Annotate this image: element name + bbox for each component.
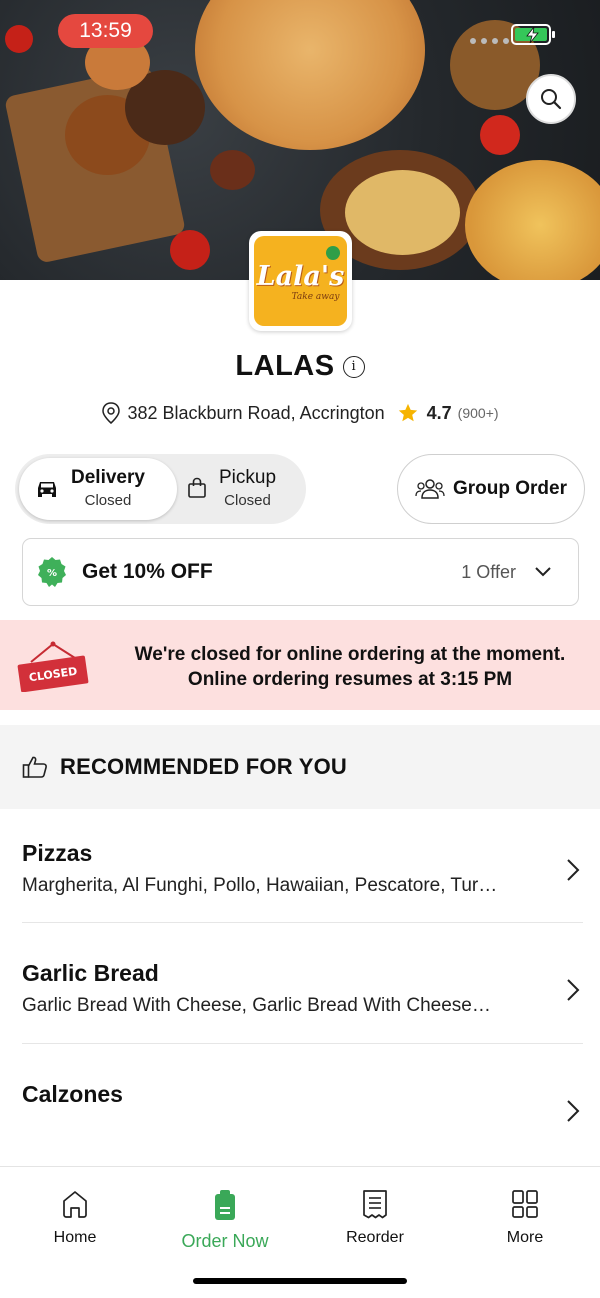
delivery-status: Closed <box>84 492 132 509</box>
tomato-decoration <box>5 25 33 53</box>
chevron-right-icon <box>567 1100 580 1122</box>
chevron-down-icon <box>535 567 551 577</box>
category-description: Garlic Bread With Cheese, Garlic Bread W… <box>22 995 491 1016</box>
nav-order-now-label: Order Now <box>181 1231 269 1251</box>
restaurant-logo: Lala's Take away <box>249 231 352 331</box>
pickup-status: Closed <box>224 492 271 509</box>
car-icon <box>38 482 56 497</box>
restaurant-name: LALAS <box>235 350 335 382</box>
offer-count: 1 Offer <box>461 561 516 582</box>
address-row: 382 Blackburn Road, Accrington 4.7 (900+… <box>0 402 600 424</box>
closed-banner: CLOSED We're closed for online ordering … <box>0 620 600 710</box>
grid-icon <box>512 1190 538 1218</box>
nav-reorder[interactable]: Reorder <box>300 1189 450 1247</box>
thumbs-up-icon <box>22 756 47 778</box>
closed-message-line1: We're closed for online ordering at the … <box>134 644 566 665</box>
divider <box>22 922 583 923</box>
divider <box>22 1043 583 1044</box>
closed-message: We're closed for online ordering at the … <box>100 642 600 692</box>
delivery-option[interactable]: Delivery Closed <box>35 467 145 509</box>
category-row-pizzas[interactable]: Pizzas Margherita, Al Funghi, Pollo, Haw… <box>22 840 583 897</box>
home-indicator[interactable] <box>193 1278 407 1284</box>
battery-icon <box>511 24 555 45</box>
tomato-decoration <box>480 115 520 155</box>
chevron-right-icon <box>567 859 580 881</box>
logo-badge-icon <box>326 246 340 260</box>
rating-value: 4.7 <box>426 402 452 423</box>
logo-subtext: Take away <box>291 291 340 302</box>
status-time: 13:59 <box>58 14 153 48</box>
location-pin-icon <box>102 402 121 424</box>
group-order-label: Group Order <box>452 478 567 499</box>
delivery-label: Delivery <box>71 467 145 488</box>
order-icon <box>215 1190 235 1220</box>
spice-bowl-decoration <box>210 150 255 190</box>
category-name: Garlic Bread <box>22 960 159 986</box>
nav-home-label: Home <box>53 1229 97 1246</box>
discount-badge-icon: % <box>38 557 66 587</box>
receipt-icon <box>363 1190 387 1219</box>
nav-more[interactable]: More <box>450 1189 600 1247</box>
closed-message-line2: Online ordering resumes at 3:15 PM <box>187 669 513 690</box>
svg-text:%: % <box>47 568 57 579</box>
bag-icon <box>188 477 206 498</box>
restaurant-address: 382 Blackburn Road, Accrington <box>127 402 385 423</box>
closed-sign-icon: CLOSED <box>17 641 89 692</box>
home-icon <box>63 1191 87 1218</box>
recommended-heading: RECOMMENDED FOR YOU <box>60 754 347 779</box>
pickup-option[interactable]: Pickup Closed <box>187 467 276 509</box>
search-icon <box>541 89 562 110</box>
offer-title: Get 10% OFF <box>82 560 213 583</box>
offer-card[interactable]: % Get 10% OFF 1 Offer <box>22 538 579 606</box>
logo-text: Lala's <box>256 260 345 292</box>
nav-order-now[interactable]: Order Now <box>150 1189 300 1252</box>
nav-home[interactable]: Home <box>0 1189 150 1247</box>
category-row-garlic-bread[interactable]: Garlic Bread Garlic Bread With Cheese, G… <box>22 960 583 1017</box>
signal-dots <box>470 38 509 44</box>
category-name: Calzones <box>22 1081 123 1107</box>
star-icon <box>398 403 417 422</box>
search-button[interactable] <box>526 74 576 124</box>
restaurant-title-row: LALAS i <box>0 350 600 383</box>
rating-count: (900+) <box>457 405 499 421</box>
nav-more-label: More <box>506 1229 544 1246</box>
recommended-header: RECOMMENDED FOR YOU <box>0 725 600 809</box>
pizza-decoration <box>195 0 425 150</box>
garlic-bread-decoration <box>345 170 460 255</box>
tomato-decoration <box>170 230 210 270</box>
order-type-toggle: Delivery Closed Pickup Closed <box>15 454 306 524</box>
nav-reorder-label: Reorder <box>346 1229 404 1246</box>
category-row-calzones[interactable]: Calzones <box>22 1081 583 1122</box>
group-icon <box>415 479 445 499</box>
group-order-button[interactable]: Group Order <box>397 454 585 524</box>
second-pizza-decoration <box>465 160 600 280</box>
category-name: Pizzas <box>22 840 93 866</box>
pickup-label: Pickup <box>219 467 277 488</box>
chevron-right-icon <box>567 979 580 1001</box>
info-icon[interactable]: i <box>342 355 365 378</box>
category-description: Margherita, Al Funghi, Pollo, Hawaiian, … <box>22 875 498 896</box>
